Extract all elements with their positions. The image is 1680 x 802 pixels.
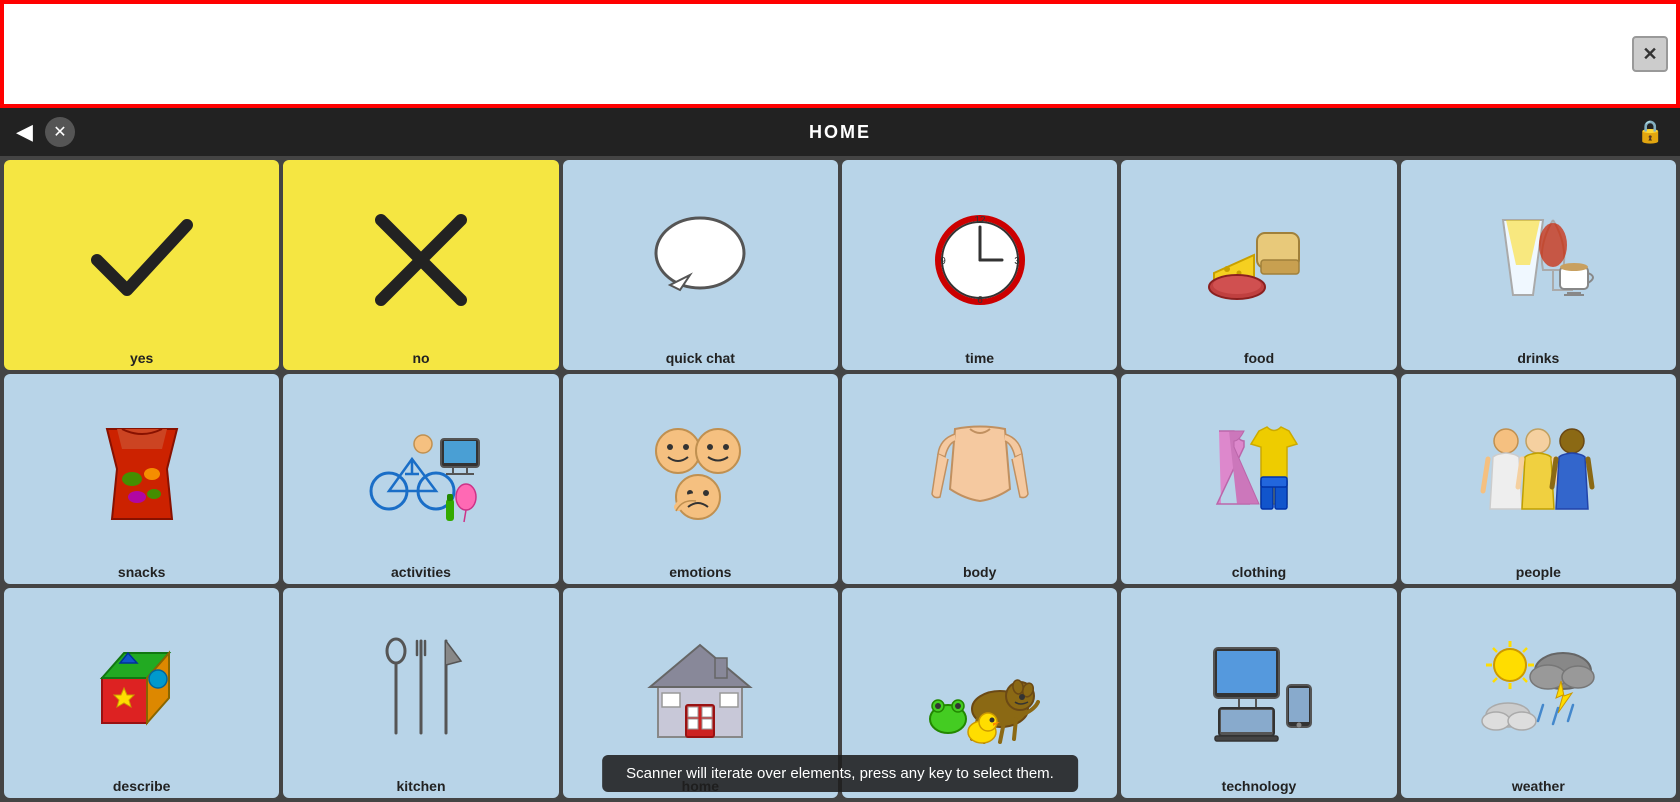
grid-cell-clothing[interactable]: clothing [1121, 374, 1396, 584]
grid-cell-no[interactable]: no [283, 160, 558, 370]
grid-cell-emotions[interactable]: emotions [563, 374, 838, 584]
grid-cell-yes[interactable]: yes [4, 160, 279, 370]
svg-text:9: 9 [940, 256, 946, 267]
yes-label: yes [130, 350, 153, 366]
describe-label: describe [113, 778, 171, 794]
quick-chat-label: quick chat [666, 350, 735, 366]
food-label: food [1244, 350, 1274, 366]
no-icon [287, 176, 554, 344]
emotions-icon [567, 390, 834, 558]
kitchen-label: kitchen [396, 778, 445, 794]
scanner-tooltip-text: Scanner will iterate over elements, pres… [626, 765, 1054, 782]
grid-cell-kitchen[interactable]: kitchen [283, 588, 558, 798]
body-icon [846, 390, 1113, 558]
activities-label: activities [391, 564, 451, 580]
grid-cell-weather[interactable]: weather [1401, 588, 1676, 798]
clothing-label: clothing [1232, 564, 1286, 580]
no-label: no [412, 350, 429, 366]
grid-cell-quick-chat[interactable]: quick chat [563, 160, 838, 370]
cancel-icon: ✕ [53, 122, 66, 142]
grid-cell-describe[interactable]: describe [4, 588, 279, 798]
svg-text:3: 3 [1014, 256, 1020, 267]
back-button[interactable]: ◀ [16, 119, 33, 145]
grid-cell-food[interactable]: food [1121, 160, 1396, 370]
people-label: people [1516, 564, 1561, 580]
food-icon [1125, 176, 1392, 344]
yes-icon [8, 176, 275, 344]
svg-text:12: 12 [974, 215, 986, 226]
grid-cell-people[interactable]: people [1401, 374, 1676, 584]
svg-text:6: 6 [977, 295, 983, 306]
nav-bar: ◀ ✕ HOME 🔒 [0, 108, 1680, 156]
clothing-icon [1125, 390, 1392, 558]
kitchen-icon [287, 604, 554, 772]
home-icon [567, 604, 834, 772]
snacks-label: snacks [118, 564, 165, 580]
activities-icon [287, 390, 554, 558]
grid-cell-snacks[interactable]: snacks [4, 374, 279, 584]
grid-cell-activities[interactable]: activities [283, 374, 558, 584]
time-label: time [965, 350, 994, 366]
close-button[interactable]: ✕ [1632, 36, 1668, 72]
time-icon: 12 3 6 9 [846, 176, 1113, 344]
drinks-icon [1405, 176, 1672, 344]
people-icon [1405, 390, 1672, 558]
technology-icon [1125, 604, 1392, 772]
emotions-label: emotions [669, 564, 731, 580]
top-bar: ✕ [0, 0, 1680, 108]
close-icon: ✕ [1642, 44, 1657, 65]
cancel-button[interactable]: ✕ [45, 117, 75, 147]
page-title: HOME [809, 122, 871, 143]
scanner-tooltip: Scanner will iterate over elements, pres… [602, 755, 1078, 792]
grid-cell-technology[interactable]: technology [1121, 588, 1396, 798]
grid-cell-time[interactable]: 12 3 6 9 time [842, 160, 1117, 370]
quick-chat-icon [567, 176, 834, 344]
weather-label: weather [1512, 778, 1565, 794]
grid-cell-drinks[interactable]: drinks [1401, 160, 1676, 370]
drinks-label: drinks [1517, 350, 1559, 366]
describe-icon [8, 604, 275, 772]
grid-cell-body[interactable]: body [842, 374, 1117, 584]
body-label: body [963, 564, 996, 580]
weather-icon [1405, 604, 1672, 772]
lock-button[interactable]: 🔒 [1637, 119, 1664, 145]
grid-container: yes no quick chat 12 [0, 156, 1680, 802]
snacks-icon [8, 390, 275, 558]
technology-label: technology [1222, 778, 1297, 794]
